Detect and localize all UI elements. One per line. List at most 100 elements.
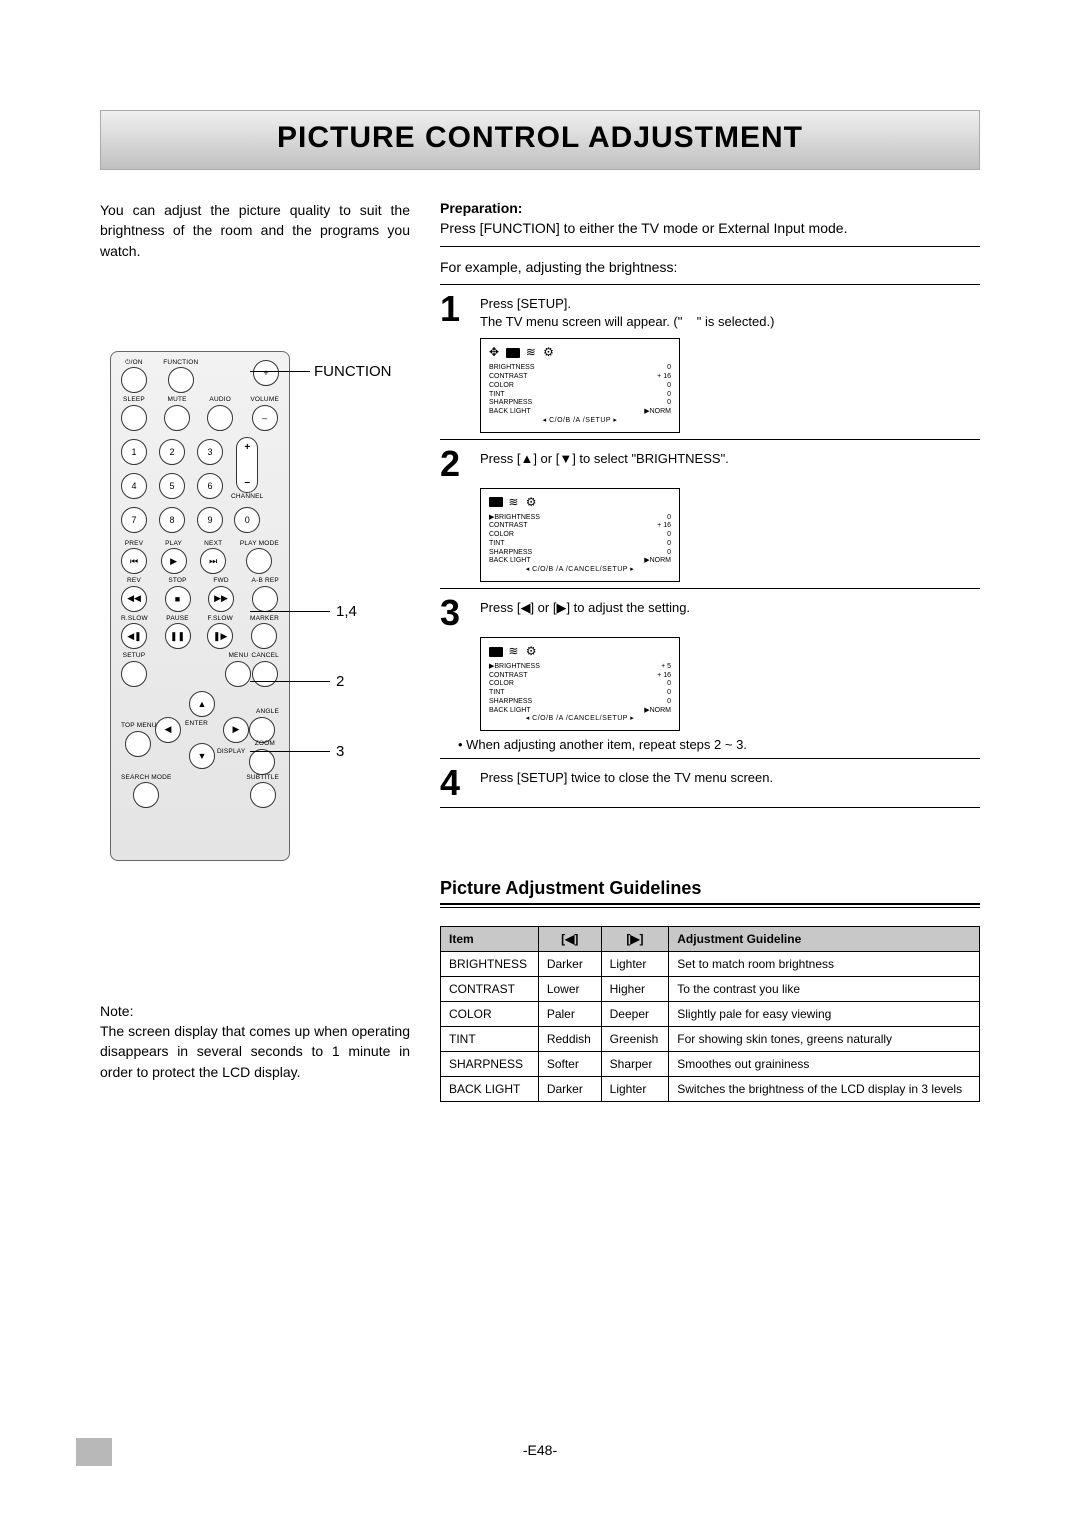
step-number: 1 [440,291,470,327]
label-prev: PREV [125,541,144,548]
osd-screen-1: ✥ ≋ ⚙ BRIGHTNESS0 CONTRAST+ 16 COLOR0 TI… [480,338,680,432]
th-right: [▶] [601,927,669,952]
btn-subtitle [250,782,276,808]
divider [440,246,980,247]
btn-7: 7 [121,507,147,533]
th-left: [◀] [538,927,601,952]
btn-8: 8 [159,507,185,533]
btn-next: ⏭ [200,548,226,574]
table-row: COLORPalerDeeperSlightly pale for easy v… [441,1002,980,1027]
page-title: PICTURE CONTROL ADJUSTMENT [101,121,979,155]
table-row: BRIGHTNESSDarkerLighterSet to match room… [441,952,980,977]
double-rule [440,903,980,908]
step-number: 4 [440,765,470,801]
btn-0: 0 [234,507,260,533]
step-4: 4 Press [SETUP] twice to close the TV me… [440,765,980,801]
osd-footer: ◂ C/O/B /A /CANCEL/SETUP ▸ [489,566,671,575]
annot-14: 1,4 [336,603,357,620]
step-number: 2 [440,446,470,482]
annot-line-2 [250,681,330,682]
btn-6: 6 [197,473,223,499]
step-line: Press [▲] or [▼] to select "BRIGHTNESS". [480,450,980,469]
page-title-bar: PICTURE CONTROL ADJUSTMENT [100,110,980,170]
label-rev: REV [127,578,141,585]
btn-sleep [121,405,147,431]
repeat-note: • When adjusting another item, repeat st… [458,737,980,752]
osd-screen-2: ≋ ⚙ ▶BRIGHTNESS0 CONTRAST+ 16 COLOR0 TIN… [480,488,680,582]
label-mute: MUTE [168,397,187,404]
btn-fwd: ▶▶ [208,586,234,612]
label-subtitle: SUBTITLE [246,775,279,782]
btn-right: ▶ [223,717,249,743]
tv-icon [489,647,503,657]
btn-function [168,367,194,393]
step-number: 3 [440,595,470,631]
label-sleep: SLEEP [123,397,145,404]
btn-marker [251,623,277,649]
annot-function: FUNCTION [314,363,392,380]
label-setup: SETUP [123,653,146,660]
label-function: FUNCTION [163,360,198,367]
label-channel: CHANNEL [231,494,263,501]
btn-stop: ■ [165,586,191,612]
label-play: PLAY [165,541,182,548]
table-row: BACK LIGHTDarkerLighterSwitches the brig… [441,1077,980,1102]
intro-text: You can adjust the picture quality to su… [100,200,410,261]
label-enter: ENTER [185,721,208,728]
label-abrep: A-B REP [252,578,279,585]
btn-zoom [249,749,275,775]
btn-play: ▶ [161,548,187,574]
label-volume: VOLUME [250,397,279,404]
th-guideline: Adjustment Guideline [669,927,980,952]
btn-playmode [246,548,272,574]
table-row: TINTReddishGreenishFor showing skin tone… [441,1027,980,1052]
btn-3: 3 [197,439,223,465]
tv-icon [489,497,503,507]
annot-3: 3 [336,743,344,760]
btn-2: 2 [159,439,185,465]
th-item: Item [441,927,539,952]
label-pause: PAUSE [166,616,189,623]
osd-icons: ✥ ≋ ⚙ [489,345,671,360]
preparation-label: Preparation: [440,200,522,216]
divider [440,807,980,808]
divider [440,284,980,285]
divider [440,758,980,759]
label-searchmode: SEARCH MODE [121,775,172,782]
note-block: Note: The screen display that comes up w… [100,1001,410,1082]
btn-topmenu [125,731,151,757]
label-stop: STOP [168,578,186,585]
btn-cancel [252,661,278,687]
osd-screen-3: ≋ ⚙ ▶BRIGHTNESS+ 5 CONTRAST+ 16 COLOR0 T… [480,637,680,731]
step-3: 3 Press [◀] or [▶] to adjust the setting… [440,595,980,631]
btn-vol-up: + [253,360,279,386]
annot-2: 2 [336,673,344,690]
btn-pause: ❚❚ [165,623,191,649]
guidelines-heading: Picture Adjustment Guidelines [440,878,980,899]
label-power: ⏻/ON [125,360,143,367]
label-playmode: PLAY MODE [240,541,279,548]
btn-setup [121,661,147,687]
btn-abrep [252,586,278,612]
preparation-text: Press [FUNCTION] to either the TV mode o… [440,218,980,238]
annot-line-3 [250,751,330,752]
btn-5: 5 [159,473,185,499]
osd-icons: ≋ ⚙ [489,495,671,510]
label-cancel: CANCEL [251,653,279,660]
osd-footer: ◂ C/O/B /A /SETUP ▸ [489,417,671,426]
btn-menu [225,661,251,687]
label-menu: MENU [228,653,248,660]
step-line: Press [◀] or [▶] to adjust the setting. [480,599,980,618]
btn-vol-dn: – [252,405,278,431]
btn-1: 1 [121,439,147,465]
label-audio: AUDIO [209,397,231,404]
btn-up: ▲ [189,691,215,717]
annot-line-14 [250,611,330,612]
example-text: For example, adjusting the brightness: [440,257,980,277]
btn-left: ◀ [155,717,181,743]
annot-line-function [250,371,310,372]
label-fwd: FWD [213,578,228,585]
note-label: Note: [100,1001,410,1021]
btn-down: ▼ [189,743,215,769]
note-text: The screen display that comes up when op… [100,1021,410,1082]
